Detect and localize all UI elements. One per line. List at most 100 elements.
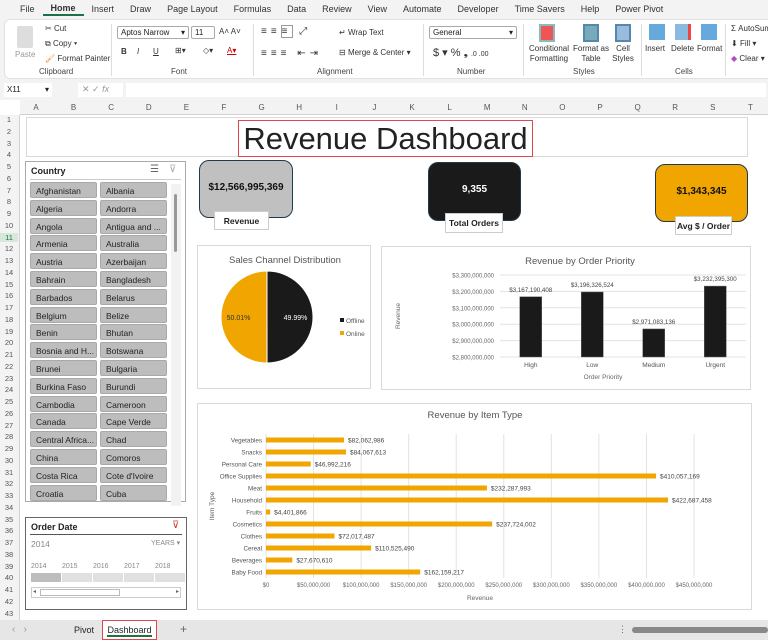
row-header[interactable]: 26 — [0, 409, 18, 418]
column-header[interactable]: K — [402, 103, 422, 112]
row-header[interactable]: 23 — [0, 374, 18, 383]
row-header[interactable]: 10 — [0, 221, 18, 230]
slicer-item[interactable]: Andorra — [100, 199, 167, 216]
row-header[interactable]: 27 — [0, 421, 18, 430]
clear-button[interactable]: ◆ Clear ▾ — [731, 54, 765, 63]
row-header[interactable]: 3 — [0, 139, 18, 148]
slicer-item[interactable]: Bangladesh — [100, 271, 167, 287]
menu-tab-formulas[interactable]: Formulas — [226, 4, 280, 14]
column-header[interactable]: P — [590, 103, 610, 112]
fill-color-icon[interactable]: ◇▾ — [203, 46, 213, 55]
slicer-item[interactable]: Antigua and ... — [100, 217, 167, 234]
row-header[interactable]: 15 — [0, 280, 18, 289]
slicer-item[interactable]: Cote d'Ivoire — [100, 466, 167, 483]
slicer-item[interactable]: Comoros — [100, 449, 167, 465]
fill-button[interactable]: ⬇ Fill ▾ — [731, 39, 756, 48]
column-header[interactable]: H — [289, 103, 309, 112]
font-grow-shrink-buttons[interactable]: A˄ A˅ — [219, 27, 241, 36]
slicer-item[interactable]: Benin — [30, 324, 97, 341]
multi-select-icon[interactable]: ☰ — [150, 164, 159, 175]
tab-scroll-buttons[interactable]: ‹ › — [12, 624, 27, 635]
font-name-select[interactable]: Aptos Narrow ▾ — [117, 26, 189, 39]
menu-tab-insert[interactable]: Insert — [84, 4, 123, 14]
row-header[interactable]: 12 — [0, 244, 18, 253]
timeline-scroll-thumb[interactable] — [40, 589, 120, 596]
slicer-item[interactable]: China — [30, 449, 97, 465]
slicer-item[interactable]: Brunei — [30, 360, 97, 376]
column-header[interactable]: C — [101, 103, 121, 112]
slicer-item[interactable]: Burkina Faso — [30, 377, 97, 394]
format-painter-button[interactable]: 🖌 Format Painter — [45, 54, 110, 63]
row-header[interactable]: 2 — [0, 127, 18, 136]
row-header[interactable]: 32 — [0, 479, 18, 488]
column-header[interactable]: L — [440, 103, 460, 112]
slicer-item[interactable]: Cambodia — [30, 395, 97, 412]
column-header[interactable]: B — [64, 103, 84, 112]
menu-tab-automate[interactable]: Automate — [395, 4, 450, 14]
row-header[interactable]: 39 — [0, 562, 18, 571]
delete-button[interactable]: Delete — [671, 44, 694, 53]
slicer-item[interactable]: Belarus — [100, 288, 167, 305]
format-as-table-button[interactable]: Format as Table — [571, 44, 611, 64]
row-header[interactable]: 21 — [0, 350, 18, 359]
slicer-item[interactable]: Albania — [100, 182, 167, 198]
slicer-item[interactable]: Bulgaria — [100, 360, 167, 376]
slicer-item[interactable]: Cuba — [100, 484, 167, 501]
row-header[interactable]: 41 — [0, 585, 18, 594]
row-header[interactable]: 37 — [0, 538, 18, 547]
slicer-scrollbar[interactable] — [171, 184, 181, 506]
row-header[interactable]: 36 — [0, 526, 18, 535]
slicer-item[interactable]: Bosnia and H... — [30, 342, 97, 359]
column-header[interactable]: R — [665, 103, 685, 112]
slicer-scroll-thumb[interactable] — [174, 194, 177, 252]
copy-button[interactable]: ⧉ Copy ▾ — [45, 39, 77, 49]
menu-tab-review[interactable]: Review — [314, 4, 360, 14]
formula-buttons[interactable]: ✕ ✓ fx — [78, 83, 123, 97]
number-format-select[interactable]: General ▾ — [429, 26, 517, 39]
menu-tab-developer[interactable]: Developer — [450, 4, 507, 14]
autosum-button[interactable]: Σ AutoSum — [731, 24, 768, 33]
menu-tab-help[interactable]: Help — [573, 4, 608, 14]
row-header[interactable]: 40 — [0, 573, 18, 582]
menu-tab-file[interactable]: File — [12, 4, 43, 14]
font-size-select[interactable]: 11 — [191, 26, 215, 39]
slicer-item[interactable]: Burundi — [100, 377, 167, 394]
row-header[interactable]: 8 — [0, 197, 18, 206]
timeline-year-bar[interactable] — [93, 573, 123, 582]
menu-tab-page-layout[interactable]: Page Layout — [159, 4, 226, 14]
column-header[interactable]: E — [176, 103, 196, 112]
column-header[interactable]: Q — [628, 103, 648, 112]
menu-tab-time-savers[interactable]: Time Savers — [507, 4, 573, 14]
italic-button[interactable]: I — [137, 47, 139, 56]
row-header[interactable]: 35 — [0, 515, 18, 524]
row-header[interactable]: 13 — [0, 256, 18, 265]
conditional-formatting-button[interactable]: Conditional Formatting — [527, 44, 571, 64]
cell-styles-button[interactable]: Cell Styles — [609, 44, 637, 64]
slicer-item[interactable]: Algeria — [30, 199, 97, 216]
menu-tab-data[interactable]: Data — [279, 4, 314, 14]
vertical-align-buttons[interactable]: ≡≡≡ ⤢ — [261, 25, 311, 38]
row-header[interactable]: 4 — [0, 150, 18, 159]
column-header[interactable]: D — [139, 103, 159, 112]
menu-tab-power-pivot[interactable]: Power Pivot — [607, 4, 671, 14]
column-header[interactable]: M — [477, 103, 497, 112]
row-header[interactable]: 9 — [0, 209, 18, 218]
underline-button[interactable]: U — [153, 47, 159, 56]
slicer-item[interactable]: Canada — [30, 413, 97, 430]
slicer-item[interactable]: Barbados — [30, 288, 97, 305]
row-header[interactable]: 6 — [0, 174, 18, 183]
timeline-year-bar[interactable] — [62, 573, 92, 582]
slicer-item[interactable]: Bahrain — [30, 271, 97, 287]
column-header[interactable]: T — [740, 103, 760, 112]
slicer-item[interactable]: Bhutan — [100, 324, 167, 341]
row-header[interactable]: 16 — [0, 291, 18, 300]
slicer-item[interactable]: Chad — [100, 431, 167, 448]
add-sheet-button[interactable]: + — [180, 622, 187, 636]
column-header[interactable]: I — [327, 103, 347, 112]
borders-icon[interactable]: ⊞▾ — [175, 46, 186, 55]
merge-center-button[interactable]: ⊟ Merge & Center ▾ — [339, 48, 411, 57]
row-header[interactable]: 1 — [0, 115, 18, 124]
row-header[interactable]: 18 — [0, 315, 18, 324]
formula-input[interactable] — [126, 83, 766, 97]
slicer-item[interactable]: Australia — [100, 235, 167, 252]
